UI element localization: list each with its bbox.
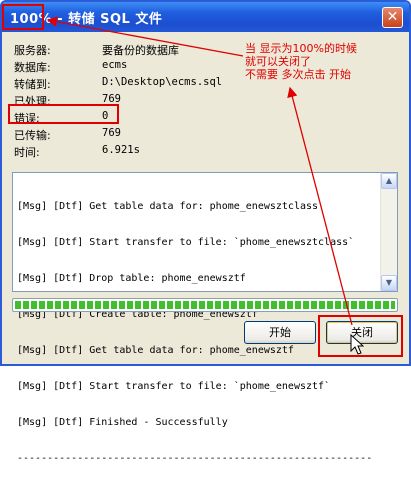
transferred-label: 已传输: [14, 129, 51, 142]
transferred-value: 769 [102, 127, 121, 139]
mouse-cursor-icon [350, 334, 364, 355]
annotation-line: 不需要 多次点击 开始 [245, 68, 351, 81]
annotation-box-errors [8, 104, 119, 124]
log-line: [Msg] [Dtf] Get table data for: phome_en… [17, 201, 319, 212]
server-label: 服务器: [14, 44, 51, 57]
log-line: [Msg] [Dtf] Drop table: phome_enewsztf [17, 273, 246, 284]
scroll-down-icon[interactable]: ▼ [381, 275, 397, 291]
server-value: 要备份的数据库 [102, 44, 179, 57]
log-line: ----------------------------------------… [17, 453, 373, 464]
progress-fill [15, 301, 395, 309]
log-line: [Msg] [Dtf] Start transfer to file: `pho… [17, 237, 355, 248]
time-value: 6.921s [102, 144, 140, 156]
dump-to-value: D:\Desktop\ecms.sql [102, 76, 223, 88]
annotation-box-title-percent [2, 4, 44, 30]
scroll-up-icon[interactable]: ▲ [381, 173, 397, 189]
database-value: ecms [102, 59, 128, 71]
log-line: [Msg] [Dtf] Start transfer to file: `pho… [17, 381, 331, 392]
dump-to-label: 转储到: [14, 78, 51, 91]
database-label: 数据库: [14, 61, 51, 74]
start-button[interactable]: 开始 [244, 321, 316, 344]
annotation-line: 就可以关闭了 [245, 55, 311, 68]
annotation-line: 当 显示为100%的时候 [245, 42, 357, 55]
log-scrollbar[interactable]: ▲ ▼ [380, 173, 397, 291]
title-bar[interactable]: 100% - 转储 SQL 文件 ✕ [2, 2, 409, 32]
close-icon[interactable]: ✕ [382, 7, 403, 28]
annotation-note: 当 显示为100%的时候 就可以关闭了 不需要 多次点击 开始 [245, 42, 357, 81]
log-output[interactable]: [Msg] [Dtf] Get table data for: phome_en… [12, 172, 398, 464]
time-label: 时间: [14, 146, 40, 159]
log-line: [Msg] [Dtf] Finished - Successfully [17, 417, 228, 428]
progress-bar [12, 298, 398, 312]
